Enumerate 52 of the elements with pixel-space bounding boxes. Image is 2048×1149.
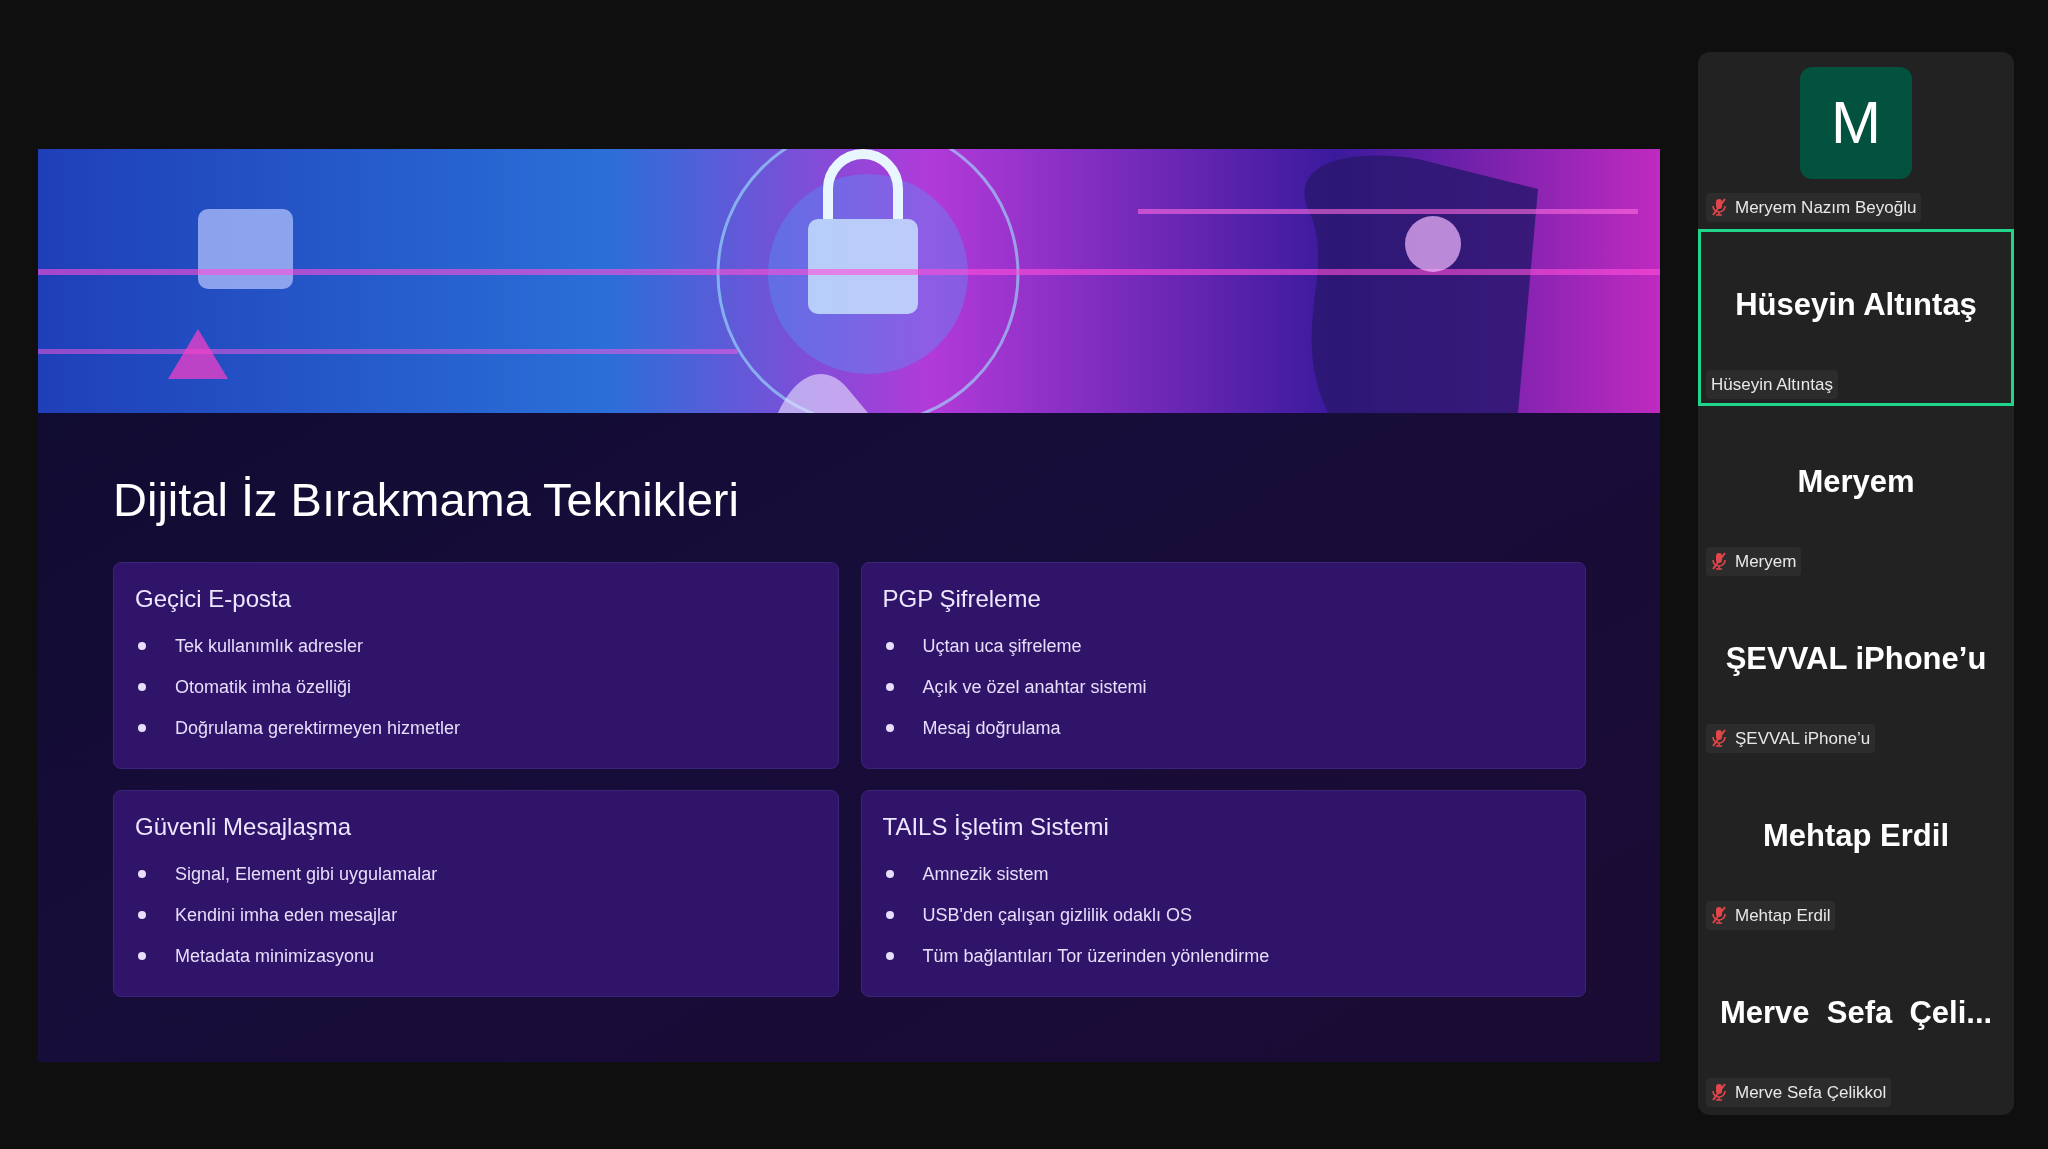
bullet-icon [885, 870, 894, 879]
card-heading: Güvenli Mesajlaşma [135, 811, 352, 842]
bullet-text: Mesaj doğrulama [922, 716, 1061, 740]
bullet-icon [138, 724, 146, 733]
avatar: M [1800, 67, 1912, 179]
participant-name: ŞEVVAL iPhone’u [1725, 639, 1987, 678]
participant-name: Hüseyin Altıntaş [1735, 285, 1977, 324]
participant-tile[interactable]: Merve Sefa Çeli... Merve Sefa Çelikkol [1698, 937, 2014, 1114]
bullet-text: Otomatik imha özelliği [175, 675, 352, 699]
card-heading: TAILS İşletim Sistemi [882, 811, 1109, 842]
card-heading: PGP Şifreleme [882, 583, 1041, 614]
muted-mic-icon [1711, 729, 1727, 748]
participant-name: Mehtap Erdil [1763, 816, 1949, 855]
participant-label: Meryem Nazım Beyoğlu [1735, 196, 1917, 219]
muted-mic-icon [1711, 906, 1727, 925]
card-heading: Geçici E-posta [135, 583, 292, 614]
bullet-icon [138, 870, 146, 879]
bullet-text: Tek kullanımlık adresler [175, 634, 364, 658]
participant-tile[interactable]: M Meryem Nazım Beyoğlu [1698, 52, 2014, 229]
participant-tile[interactable]: Meryem Meryem [1698, 406, 2014, 583]
bullet-icon [885, 724, 894, 733]
bullet-icon [885, 952, 894, 961]
bullet-icon [885, 911, 894, 920]
participant-name: Merve Sefa Çeli... [1719, 993, 1993, 1032]
participant-label: Meryem [1735, 550, 1797, 573]
bullet-text: Uçtan uca şifreleme [922, 634, 1082, 658]
bullet-text: Kendini imha eden mesajlar [175, 903, 398, 927]
participant-tile[interactable]: ŞEVVAL iPhone’u ŞEVVAL iPhone’u [1698, 583, 2014, 760]
bullet-icon [885, 642, 894, 651]
muted-mic-icon [1711, 1083, 1727, 1102]
participant-label: Hüseyin Altıntaş [1711, 373, 1833, 396]
bullet-icon [138, 683, 146, 692]
bullet-text: USB'den çalışan gizlilik odaklı OS [922, 903, 1193, 927]
bullet-icon [138, 911, 146, 920]
participant-tile[interactable]: Hüseyin Altıntaş Hüseyin Altıntaş [1698, 229, 2014, 406]
participant-label: Mehtap Erdil [1735, 904, 1831, 927]
participant-label: ŞEVVAL iPhone’u [1735, 727, 1871, 750]
bullet-text: Amnezik sistem [922, 862, 1049, 886]
bullet-text: Metadata minimizasyonu [175, 944, 375, 968]
bullet-icon [885, 683, 894, 692]
muted-mic-icon [1711, 198, 1727, 217]
participant-label: Merve Sefa Çelikkol [1735, 1081, 1887, 1104]
slide-title: Dijital İz Bırakmama Teknikleri [113, 472, 740, 528]
bullet-icon [138, 642, 146, 651]
bullet-text: Tüm bağlantıları Tor üzerinden yönlendirme [922, 944, 1270, 968]
participant-name: Meryem [1797, 462, 1915, 501]
bullet-icon [138, 952, 146, 961]
bullet-text: Signal, Element gibi uygulamalar [175, 862, 438, 886]
participant-tile[interactable]: Mehtap Erdil Mehtap Erdil [1698, 760, 2014, 937]
bullet-text: Açık ve özel anahtar sistemi [922, 675, 1147, 699]
muted-mic-icon [1711, 552, 1727, 571]
bullet-text: Doğrulama gerektirmeyen hizmetler [175, 716, 461, 740]
